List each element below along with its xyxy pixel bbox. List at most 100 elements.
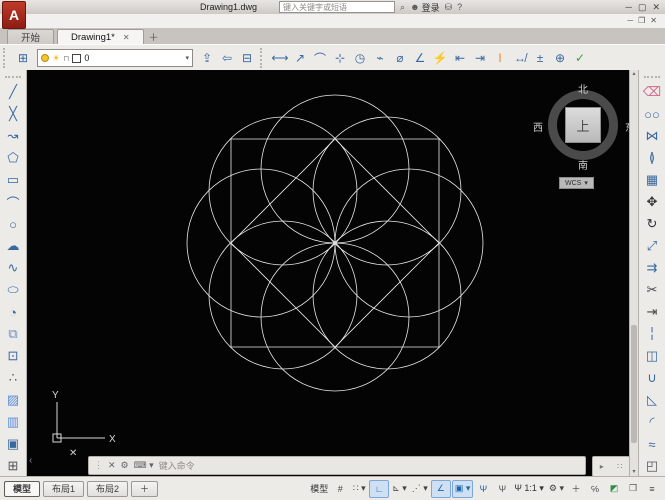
compass-north-label[interactable]: 北 — [578, 81, 588, 96]
scroll-right-icon[interactable]: ▸ — [600, 462, 604, 471]
recent-commands-icon[interactable]: ⌨ ▾ — [134, 460, 154, 471]
ellipse-button[interactable]: ⬭ — [1, 279, 25, 301]
scrollbar-thumb[interactable] — [631, 325, 637, 443]
layout2-tab[interactable]: 布局2 — [87, 480, 129, 497]
scroll-up-icon[interactable]: ▴ — [630, 70, 638, 79]
ellipse-arc-button[interactable]: ◔ — [1, 301, 25, 323]
break-button[interactable]: ◫ — [640, 345, 664, 367]
viewcube[interactable]: 北 南 西 东 上 WCS ▾ — [533, 81, 635, 191]
spline-button[interactable]: ∿ — [1, 257, 25, 279]
layer-dropdown[interactable]: ☀ ⊓ 0 ▾ — [37, 49, 193, 67]
ordinate-dim-button[interactable]: ⊹ — [330, 48, 350, 68]
continue-dim-button[interactable]: ⇥ — [470, 48, 490, 68]
rotate-button[interactable]: ↻ — [640, 213, 664, 235]
command-line-bar[interactable]: ⋮ ✕ ⚙ ⌨ ▾ 键入命令 — [88, 456, 586, 475]
fillet-button[interactable]: ◜ — [640, 411, 664, 433]
resize-grip-icon[interactable]: ∷ — [617, 462, 622, 471]
dim-update-button[interactable]: ✓ — [570, 48, 590, 68]
cart-icon[interactable]: ⛁ — [445, 2, 453, 13]
annotation-scale-button[interactable]: Ψ 1:1 ▾ — [512, 481, 546, 497]
search-icon[interactable]: ⌕ — [400, 2, 405, 13]
customize-wrench-icon[interactable]: ⚙ — [121, 460, 129, 471]
chamfer-button[interactable]: ◺ — [640, 389, 664, 411]
model-space-canvas[interactable]: 北 南 西 东 上 WCS ▾ Y X ✕ ‹ ⋮ ✕ ⚙ ⌨ ▾ 键入命令 ▸… — [27, 70, 638, 477]
region-button[interactable]: ▣ — [1, 433, 25, 455]
clean-screen-button[interactable]: ❒ — [624, 481, 642, 497]
toolbar-grip[interactable] — [3, 48, 10, 68]
autocad-logo-icon[interactable]: A — [2, 1, 26, 29]
polyline-button[interactable]: ↝ — [1, 125, 25, 147]
new-layout-tab[interactable]: ＋ — [131, 480, 159, 497]
blend-button[interactable]: ≈ — [640, 433, 664, 455]
multiple-points-button[interactable]: ∴ — [1, 367, 25, 389]
stretch-button[interactable]: ⇉ — [640, 257, 664, 279]
annotation-monitor-button[interactable]: ＋ — [567, 481, 585, 497]
jogged-dim-button[interactable]: ⌁ — [370, 48, 390, 68]
table-button[interactable]: ⊞ — [1, 455, 25, 477]
dim-break-button[interactable]: ↮ — [510, 48, 530, 68]
tab-close-icon[interactable]: ✕ — [123, 33, 130, 42]
search-input[interactable]: 键入关键字或短语 — [279, 1, 396, 13]
quick-dim-button[interactable]: ⚡ — [430, 48, 450, 68]
create-block-button[interactable]: ⊡ — [1, 345, 25, 367]
user-icon[interactable]: ☻ — [410, 2, 419, 12]
quick-properties-button[interactable]: ℅ — [586, 481, 604, 497]
center-mark-button[interactable]: ⊕ — [550, 48, 570, 68]
close-command-line-icon[interactable]: ✕ — [108, 460, 116, 471]
wcs-dropdown[interactable]: WCS ▾ — [559, 177, 594, 189]
baseline-dim-button[interactable]: ⇤ — [450, 48, 470, 68]
snap-mode-button[interactable]: ∷ ▾ — [350, 481, 368, 497]
model-space-button[interactable]: 模型 — [308, 481, 330, 497]
trim-button[interactable]: ✂ — [640, 279, 664, 301]
arc-button[interactable]: ⌒ — [1, 191, 25, 213]
customize-button[interactable]: ≡ — [643, 481, 661, 497]
tolerance-button[interactable]: ± — [530, 48, 550, 68]
hardware-acceleration-button[interactable]: ◩ — [605, 481, 623, 497]
model-tab[interactable]: 模型 — [4, 480, 41, 497]
arc-length-dim-button[interactable]: ⌒ — [310, 48, 330, 68]
move-button[interactable]: ✥ — [640, 191, 664, 213]
line-button[interactable]: ╱ — [1, 81, 25, 103]
workspace-switch-button[interactable]: ⚙ ▾ — [547, 481, 566, 497]
command-input[interactable]: 键入命令 — [159, 459, 195, 472]
diameter-dim-button[interactable]: ⌀ — [390, 48, 410, 68]
help-icon[interactable]: ? — [457, 2, 462, 12]
drag-handle[interactable]: ⋮ — [94, 460, 103, 471]
scroll-left-icon[interactable]: ‹ — [29, 455, 32, 466]
compass-west-label[interactable]: 西 — [533, 119, 543, 134]
doc-minimize-button[interactable]: ─ — [627, 16, 633, 25]
new-drawing-tab-button[interactable]: ＋ — [149, 29, 159, 44]
dim-space-button[interactable]: I — [490, 48, 510, 68]
hatch-button[interactable]: ▨ — [1, 389, 25, 411]
layer-previous-button[interactable]: ⇦ — [217, 48, 237, 68]
layer-states-button[interactable]: ⊟ — [237, 48, 257, 68]
start-tab[interactable]: 开始 — [7, 29, 55, 44]
angular-dim-button[interactable]: ∠ — [410, 48, 430, 68]
layer-properties-button[interactable]: ⊞ — [13, 48, 33, 68]
toolbar-grip[interactable] — [644, 76, 660, 78]
drawing1-tab[interactable]: Drawing1* ✕ — [57, 29, 144, 44]
revision-cloud-button[interactable]: ☁ — [1, 235, 25, 257]
doc-restore-button[interactable]: ❐ — [638, 16, 645, 25]
viewcube-top-face[interactable]: 上 — [565, 107, 601, 143]
toolbar-grip[interactable] — [260, 48, 267, 68]
circle-button[interactable]: ○ — [1, 213, 25, 235]
radius-dim-button[interactable]: ◷ — [350, 48, 370, 68]
make-layer-current-button[interactable]: ⇪ — [197, 48, 217, 68]
object-snap-button[interactable]: ▣ ▾ — [451, 479, 474, 498]
rectangle-button[interactable]: ▭ — [1, 169, 25, 191]
minimize-button[interactable]: ─ — [626, 2, 632, 13]
annotation-visibility-button[interactable]: Ψ — [474, 481, 492, 497]
mirror-button[interactable]: ⋈ — [640, 125, 664, 147]
break-at-point-button[interactable]: ╎ — [640, 323, 664, 345]
grid-display-button[interactable]: # — [331, 481, 349, 497]
erase-button[interactable]: ⌫ — [640, 81, 664, 103]
polygon-button[interactable]: ⬠ — [1, 147, 25, 169]
object-snap-tracking-button[interactable]: ∠ — [430, 479, 451, 498]
copy-button[interactable]: ○○ — [640, 103, 664, 125]
linear-dim-button[interactable]: ⟷ — [270, 48, 290, 68]
polar-tracking-button[interactable]: ⊾ ▾ — [390, 481, 409, 497]
construction-line-button[interactable]: ╳ — [1, 103, 25, 125]
chevron-down-icon[interactable]: ▾ — [185, 54, 189, 62]
maximize-button[interactable]: ▢ — [638, 2, 647, 13]
